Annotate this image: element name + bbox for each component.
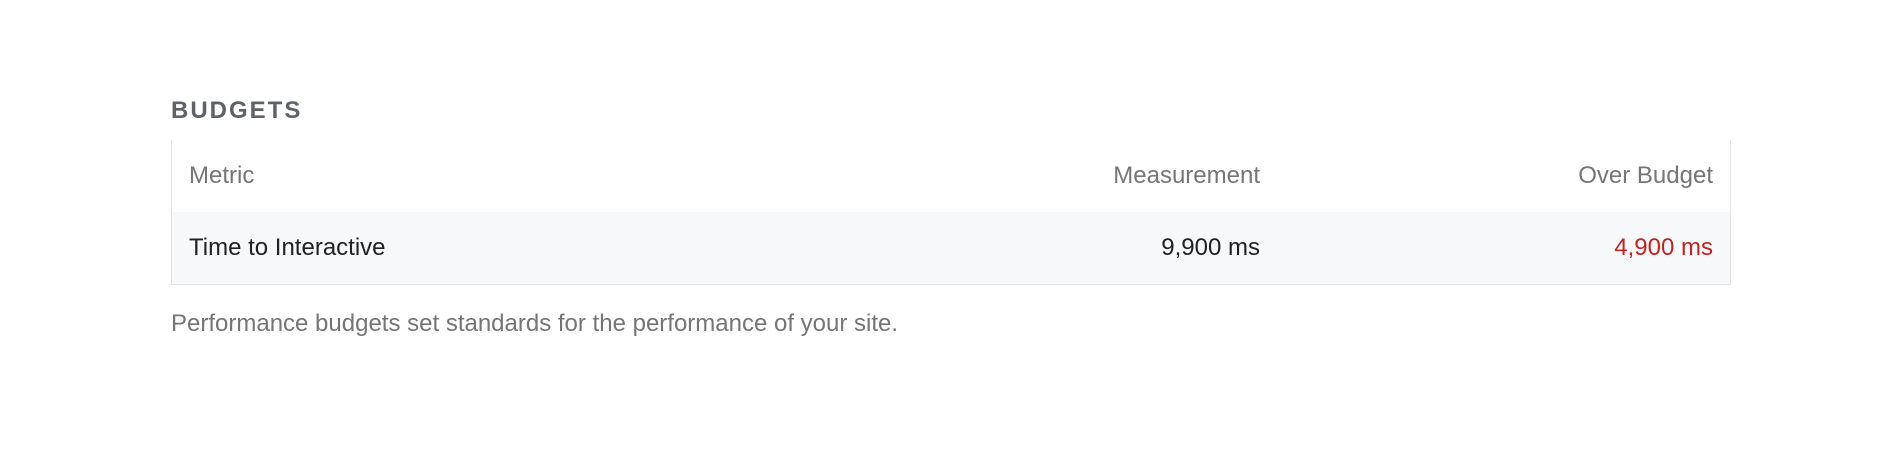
budgets-section: BUDGETS Metric Measurement Over Budget T… (171, 92, 1731, 339)
metric-cell: Time to Interactive (189, 234, 386, 261)
measurement-cell: 9,900 ms (1161, 234, 1260, 261)
over-budget-cell: 4,900 ms (1614, 234, 1713, 261)
section-title: BUDGETS (171, 97, 303, 124)
table-row: Time to Interactive 9,900 ms 4,900 ms (172, 212, 1730, 284)
header-metric: Metric (189, 162, 255, 189)
header-over-budget: Over Budget (1578, 162, 1713, 189)
budgets-table: Metric Measurement Over Budget Time to I… (171, 140, 1731, 285)
table-header-row: Metric Measurement Over Budget (172, 140, 1730, 212)
header-measurement: Measurement (1113, 162, 1260, 189)
budgets-description: Performance budgets set standards for th… (171, 310, 899, 337)
